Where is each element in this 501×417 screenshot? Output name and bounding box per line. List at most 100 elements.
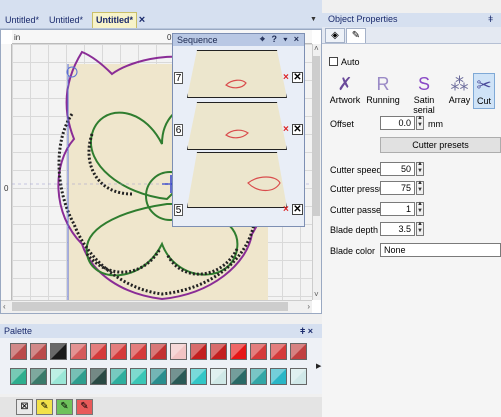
- swatch-highlight: [151, 369, 166, 384]
- sequence-title-bar[interactable]: Sequence ⌖ ? ▾ ×: [173, 34, 304, 46]
- offset-unit-label: mm: [428, 119, 443, 129]
- color-swatch[interactable]: [50, 368, 67, 385]
- palette-scroll-right-icon[interactable]: ▶: [316, 362, 321, 370]
- color-swatch[interactable]: [230, 368, 247, 385]
- color-swatch[interactable]: [90, 368, 107, 385]
- swatch-highlight: [71, 344, 86, 359]
- swatch-highlight: [131, 369, 146, 384]
- color-swatch[interactable]: [130, 368, 147, 385]
- mode-satin-serial-button[interactable]: S Satin serial: [402, 73, 446, 115]
- color-swatch[interactable]: [50, 343, 67, 360]
- cutter-passes-spinner[interactable]: [416, 201, 424, 216]
- swatch-highlight: [91, 369, 106, 384]
- mode-artwork-button[interactable]: ✗ Artwork: [328, 73, 362, 109]
- tab-untitled-active[interactable]: Untitled*: [92, 12, 137, 28]
- sequence-item-7-delete-icon[interactable]: ✕: [292, 72, 303, 83]
- sequence-item-6-delete-icon[interactable]: ✕: [292, 124, 303, 135]
- color-swatch[interactable]: [190, 368, 207, 385]
- tab-untitled-1[interactable]: Untitled*: [2, 13, 42, 27]
- sequence-item-5[interactable]: [187, 152, 287, 208]
- sequence-item-5-delete-icon[interactable]: ✕: [292, 204, 303, 215]
- scroll-down-icon[interactable]: ˅: [314, 290, 319, 300]
- pen-green-tool-icon[interactable]: ✎: [56, 399, 73, 415]
- cutter-pressure-spinner[interactable]: [416, 180, 424, 195]
- pen-red-tool-icon[interactable]: ✎: [76, 399, 93, 415]
- vertical-scroll-thumb[interactable]: [313, 56, 320, 216]
- blade-depth-field[interactable]: 3.5: [380, 222, 415, 236]
- sequence-item-7-remove-icon[interactable]: ×: [283, 72, 289, 83]
- swatch-highlight: [131, 344, 146, 359]
- tab-dropdown-icon[interactable]: ▼: [310, 16, 317, 23]
- color-swatch[interactable]: [110, 368, 127, 385]
- color-swatch[interactable]: [30, 343, 47, 360]
- color-swatch[interactable]: [190, 343, 207, 360]
- pen-tool-icon[interactable]: ✎: [36, 399, 53, 415]
- color-swatch[interactable]: [210, 343, 227, 360]
- color-swatch[interactable]: [170, 368, 187, 385]
- cutter-presets-button[interactable]: Cutter presets: [380, 137, 501, 153]
- ruler-left-zero: 0: [4, 184, 9, 193]
- swatch-highlight: [51, 369, 66, 384]
- cutter-speed-field[interactable]: 50: [380, 162, 415, 176]
- sequence-window-controls-icon[interactable]: ⌖ ? ▾ ×: [260, 34, 301, 45]
- swatch-highlight: [271, 344, 286, 359]
- color-swatch[interactable]: [250, 368, 267, 385]
- sequence-panel[interactable]: Sequence ⌖ ? ▾ × 7 × ✕ 6 × ✕ 5 × ✕: [172, 33, 305, 227]
- color-swatch[interactable]: [70, 368, 87, 385]
- tab-untitled-2[interactable]: Untitled*: [46, 13, 86, 27]
- mode-array-label: Array: [448, 95, 471, 105]
- color-swatch[interactable]: [70, 343, 87, 360]
- sequence-item-5-remove-icon[interactable]: ×: [283, 204, 289, 215]
- color-swatch[interactable]: [170, 343, 187, 360]
- blade-depth-spinner[interactable]: [416, 221, 424, 236]
- color-swatch[interactable]: [290, 368, 307, 385]
- object-properties-pin-icon[interactable]: ǂ: [488, 14, 493, 24]
- palette-tools: ⊠ ✎ ✎ ✎: [0, 397, 322, 417]
- auto-checkbox[interactable]: [329, 57, 338, 66]
- pen-tab-icon[interactable]: ✎: [346, 28, 366, 43]
- scroll-up-icon[interactable]: ˄: [314, 44, 319, 54]
- color-swatch[interactable]: [150, 343, 167, 360]
- blade-color-select[interactable]: None: [380, 243, 501, 257]
- fill-tab-icon[interactable]: ◈: [325, 28, 345, 43]
- cutter-speed-spinner[interactable]: [416, 161, 424, 176]
- sequence-item-6-remove-icon[interactable]: ×: [283, 124, 289, 135]
- mode-cut-button[interactable]: ✂ Cut: [473, 73, 495, 109]
- color-swatch[interactable]: [150, 368, 167, 385]
- scroll-left-icon[interactable]: ‹: [3, 302, 6, 312]
- swatch-highlight: [171, 369, 186, 384]
- offset-spinner[interactable]: [416, 115, 424, 130]
- swatch-highlight: [211, 344, 226, 359]
- swatch-highlight: [251, 369, 266, 384]
- running-icon: R: [376, 74, 390, 94]
- horizontal-scroll-thumb[interactable]: [12, 302, 288, 311]
- ruler-top-zero: 0: [167, 33, 172, 42]
- no-color-tool-icon[interactable]: ⊠: [16, 399, 33, 415]
- color-swatch[interactable]: [30, 368, 47, 385]
- color-swatch[interactable]: [10, 368, 27, 385]
- color-swatch[interactable]: [270, 368, 287, 385]
- object-properties-title: Object Properties: [328, 14, 398, 24]
- color-swatch[interactable]: [90, 343, 107, 360]
- cutter-pressure-field[interactable]: 75: [380, 181, 415, 195]
- color-swatch[interactable]: [290, 343, 307, 360]
- palette-window-controls-icon[interactable]: ǂ ×: [300, 326, 313, 336]
- color-swatch[interactable]: [130, 343, 147, 360]
- tab-close-icon[interactable]: ×: [136, 14, 148, 26]
- array-icon: ⁂: [450, 74, 469, 94]
- scroll-right-icon[interactable]: ›: [307, 302, 310, 312]
- mode-running-button[interactable]: R Running: [365, 73, 401, 109]
- mode-array-button[interactable]: ⁂ Array: [447, 73, 472, 109]
- offset-field[interactable]: 0.0: [380, 116, 415, 130]
- color-swatch[interactable]: [230, 343, 247, 360]
- color-swatch[interactable]: [10, 343, 27, 360]
- color-swatch[interactable]: [270, 343, 287, 360]
- swatch-highlight: [211, 369, 226, 384]
- sequence-item-6[interactable]: [187, 102, 287, 150]
- color-swatch[interactable]: [250, 343, 267, 360]
- cutter-passes-field[interactable]: 1: [380, 202, 415, 216]
- color-swatch[interactable]: [210, 368, 227, 385]
- sequence-item-7[interactable]: [187, 50, 287, 98]
- swatch-highlight: [51, 344, 66, 359]
- color-swatch[interactable]: [110, 343, 127, 360]
